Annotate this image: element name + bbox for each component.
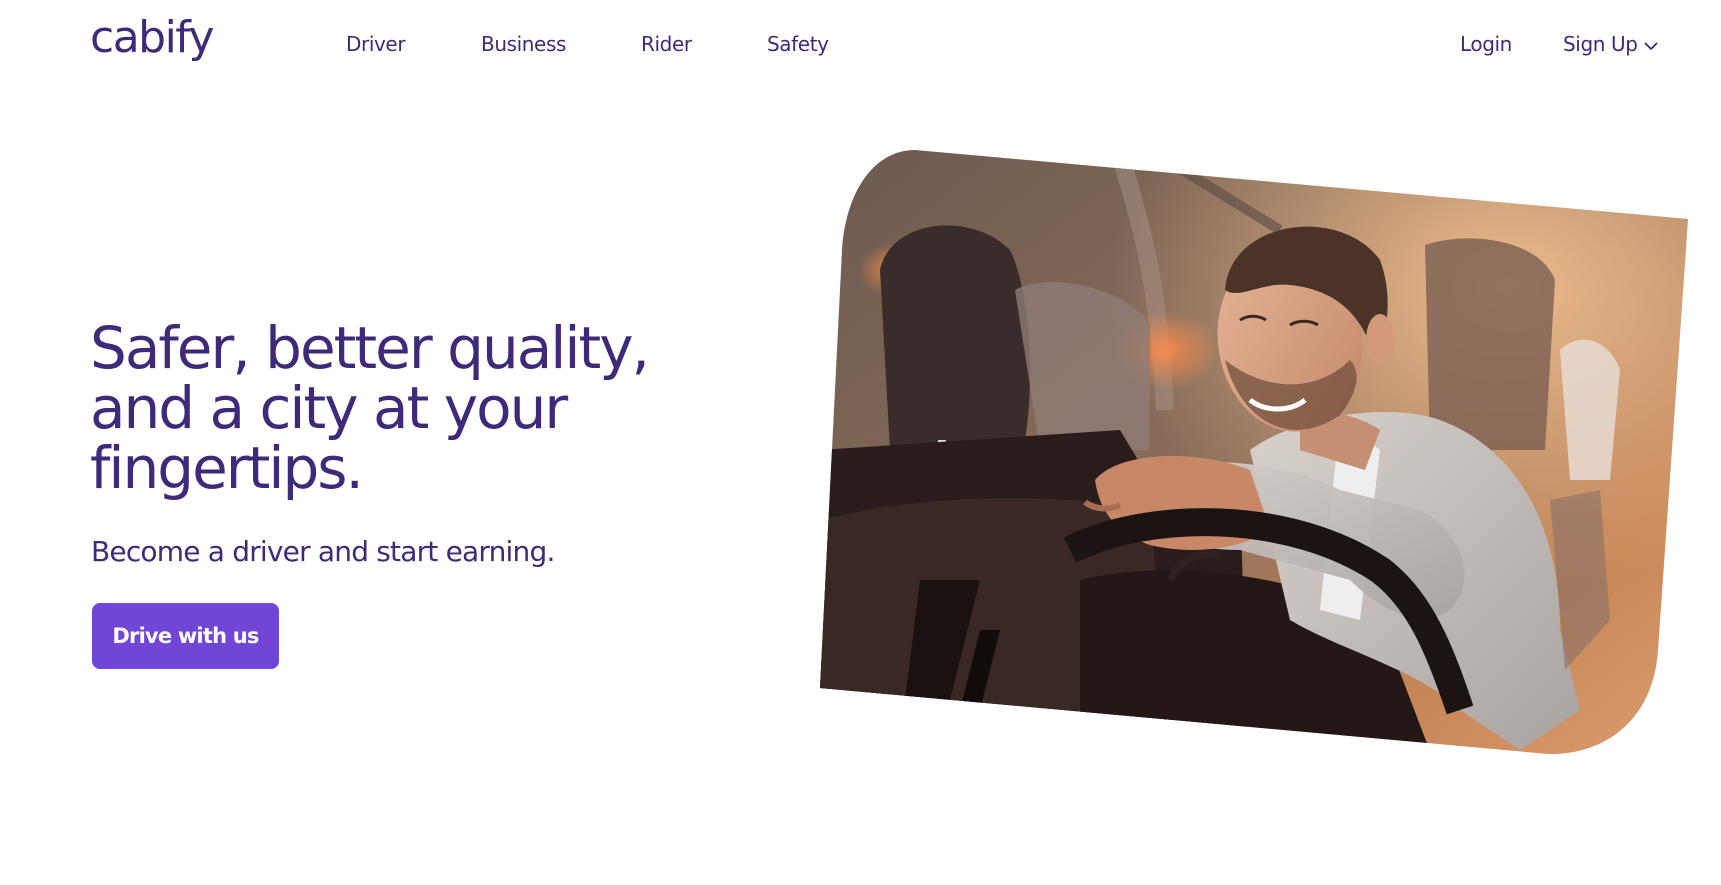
page: cabify Driver Business Rider Safety Logi… — [0, 0, 1721, 885]
hero-subline: Become a driver and start earning. — [91, 535, 555, 568]
login-link[interactable]: Login — [1460, 30, 1512, 58]
nav-link-rider[interactable]: Rider — [641, 30, 692, 58]
signup-dropdown[interactable]: Sign Up — [1563, 30, 1658, 58]
nav-link-safety[interactable]: Safety — [767, 30, 829, 58]
nav-link-business[interactable]: Business — [481, 30, 566, 58]
signup-label: Sign Up — [1563, 32, 1638, 56]
chevron-down-icon — [1644, 30, 1658, 58]
hero-driver-photo — [820, 150, 1688, 755]
cabify-logo[interactable]: cabify — [90, 16, 215, 60]
headline-line-2: and a city at your — [90, 374, 568, 442]
headline-line-1: Safer, better quality, — [90, 314, 650, 382]
site-header: cabify Driver Business Rider Safety Logi… — [0, 0, 1721, 88]
hero-headline: Safer, better quality, and a city at you… — [90, 318, 730, 498]
drive-with-us-button[interactable]: Drive with us — [92, 603, 279, 669]
nav-link-driver[interactable]: Driver — [346, 30, 406, 58]
headline-line-3: fingertips. — [90, 434, 364, 502]
